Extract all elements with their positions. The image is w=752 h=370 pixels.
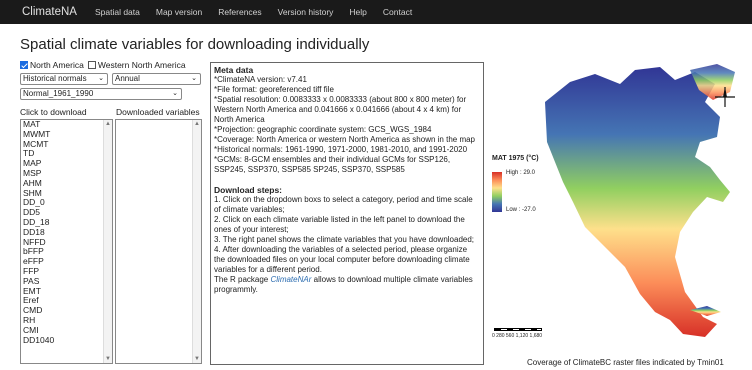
region-selector: North America Western North America	[20, 60, 190, 70]
metadata-line: *ClimateNA version: v7.41	[214, 75, 307, 84]
scrollbar[interactable]: ▲ ▼	[192, 120, 201, 363]
navbar: ClimateNA Spatial data Map version Refer…	[0, 0, 752, 24]
map-caption: Coverage of ClimateBC raster files indic…	[527, 358, 724, 367]
scrollbar[interactable]: ▲ ▼	[103, 120, 112, 363]
nav-version-history[interactable]: Version history	[278, 7, 334, 17]
chevron-down-icon: ⌄	[172, 90, 178, 97]
r-package-text-tail: allows to download multiple climate vari…	[311, 275, 473, 284]
nav-help[interactable]: Help	[349, 7, 366, 17]
brand-link[interactable]: ClimateNA	[22, 6, 77, 18]
download-step-line: variables for a different period.	[214, 265, 322, 274]
scroll-up-icon[interactable]: ▲	[105, 121, 111, 127]
metadata-line: *File format: georeferenced tiff file	[214, 85, 334, 94]
nav-map-version[interactable]: Map version	[156, 7, 202, 17]
metadata-line: SSP245, SSP370, SSP585 SP245, SSP370, SS…	[214, 165, 405, 174]
period-select-value: Normal_1961_1990	[23, 89, 94, 98]
metadata-lines: *ClimateNA version: v7.41 *File format: g…	[214, 75, 480, 175]
scale-bar	[494, 328, 542, 331]
scale-bar-label: 0 280 560 1,120 1,680	[492, 333, 543, 339]
metadata-panel: Meta data *ClimateNA version: v7.41 *File…	[210, 62, 484, 365]
metadata-line: *Projection: geographic coordinate syste…	[214, 125, 432, 134]
nav-references[interactable]: References	[218, 7, 261, 17]
download-steps: 1. Click on the dropdown boxs to select …	[214, 195, 480, 275]
category-select-value: Historical normals	[23, 74, 87, 83]
nav-contact[interactable]: Contact	[383, 7, 412, 17]
scroll-up-icon[interactable]: ▲	[194, 121, 200, 127]
metadata-title: Meta data	[214, 65, 254, 75]
download-step-line: 4. After downloading the variables of a …	[214, 245, 468, 254]
download-step-line: 1. Click on the dropdown boxs to select …	[214, 195, 473, 204]
category-select[interactable]: Historical normals ⌄	[20, 73, 108, 85]
list-item[interactable]: MCMT	[21, 139, 112, 150]
metadata-line: Western North America and 0.041666 x 0.0…	[214, 105, 462, 114]
r-package-note-line2: programmly.	[214, 285, 258, 294]
legend-color-bar	[492, 172, 502, 212]
download-step-line: 3. The right panel shows the climate var…	[214, 235, 475, 244]
page-title: Spatial climate variables for downloadin…	[20, 36, 370, 53]
variable-listbox[interactable]: MAT MWMT MCMT TD MAP MSP AHM SHM DD_0 DD5 DD_18 DD1…	[20, 119, 113, 364]
download-step-line: the downloaded files on your local compu…	[214, 255, 470, 264]
scroll-down-icon[interactable]: ▼	[194, 356, 200, 362]
download-step-line: of climate variables;	[214, 205, 285, 214]
legend-high-label: High : 29.0	[506, 170, 536, 176]
north-america-label[interactable]: North America	[30, 60, 84, 70]
western-north-america-label[interactable]: Western North America	[98, 60, 186, 70]
variable-list: MAT MWMT MCMT TD MAP MSP AHM SHM DD_0 DD5 DD_18 DD1…	[21, 120, 112, 345]
list-item[interactable]: DD1040	[21, 335, 112, 346]
time-scale-select[interactable]: Annual ⌄	[112, 73, 201, 85]
download-steps-title: Download steps:	[214, 185, 283, 195]
legend-low-label: Low : -27.0	[506, 207, 536, 213]
metadata-line: North America	[214, 115, 265, 124]
climatenar-link[interactable]: ClimateNAr	[270, 275, 311, 284]
r-package-text: The R package	[214, 275, 271, 284]
period-select[interactable]: Normal_1961_1990 ⌄	[20, 88, 182, 100]
chevron-down-icon: ⌄	[191, 75, 197, 82]
click-to-download-label: Click to download	[20, 107, 87, 117]
download-step-line: 2. Click on each climate variable listed…	[214, 215, 465, 224]
chevron-down-icon: ⌄	[98, 75, 104, 82]
legend-title: MAT 1975 (°C)	[492, 155, 539, 162]
r-package-note: The R package ClimateNAr allows to downl…	[214, 275, 480, 285]
downloaded-listbox[interactable]: ▲ ▼	[115, 119, 202, 364]
metadata-line: *GCMs: 8-GCM ensembles and their individ…	[214, 155, 451, 164]
metadata-line: *Coverage: North America or western Nort…	[214, 135, 476, 144]
metadata-line: *Historical normals: 1961-1990, 1971-200…	[214, 145, 468, 154]
downloaded-variables-label: Downloaded variables	[116, 107, 200, 117]
western-north-america-checkbox[interactable]	[87, 61, 96, 69]
north-america-checkbox[interactable]	[20, 61, 28, 69]
nav-spatial-data[interactable]: Spatial data	[95, 7, 140, 17]
metadata-line: *Spatial resolution: 0.0083333 x 0.00833…	[214, 95, 467, 104]
time-scale-select-value: Annual	[115, 74, 140, 83]
scroll-down-icon[interactable]: ▼	[105, 356, 111, 362]
download-step-line: ones of your interest;	[214, 225, 289, 234]
north-america-landmass	[545, 67, 730, 337]
